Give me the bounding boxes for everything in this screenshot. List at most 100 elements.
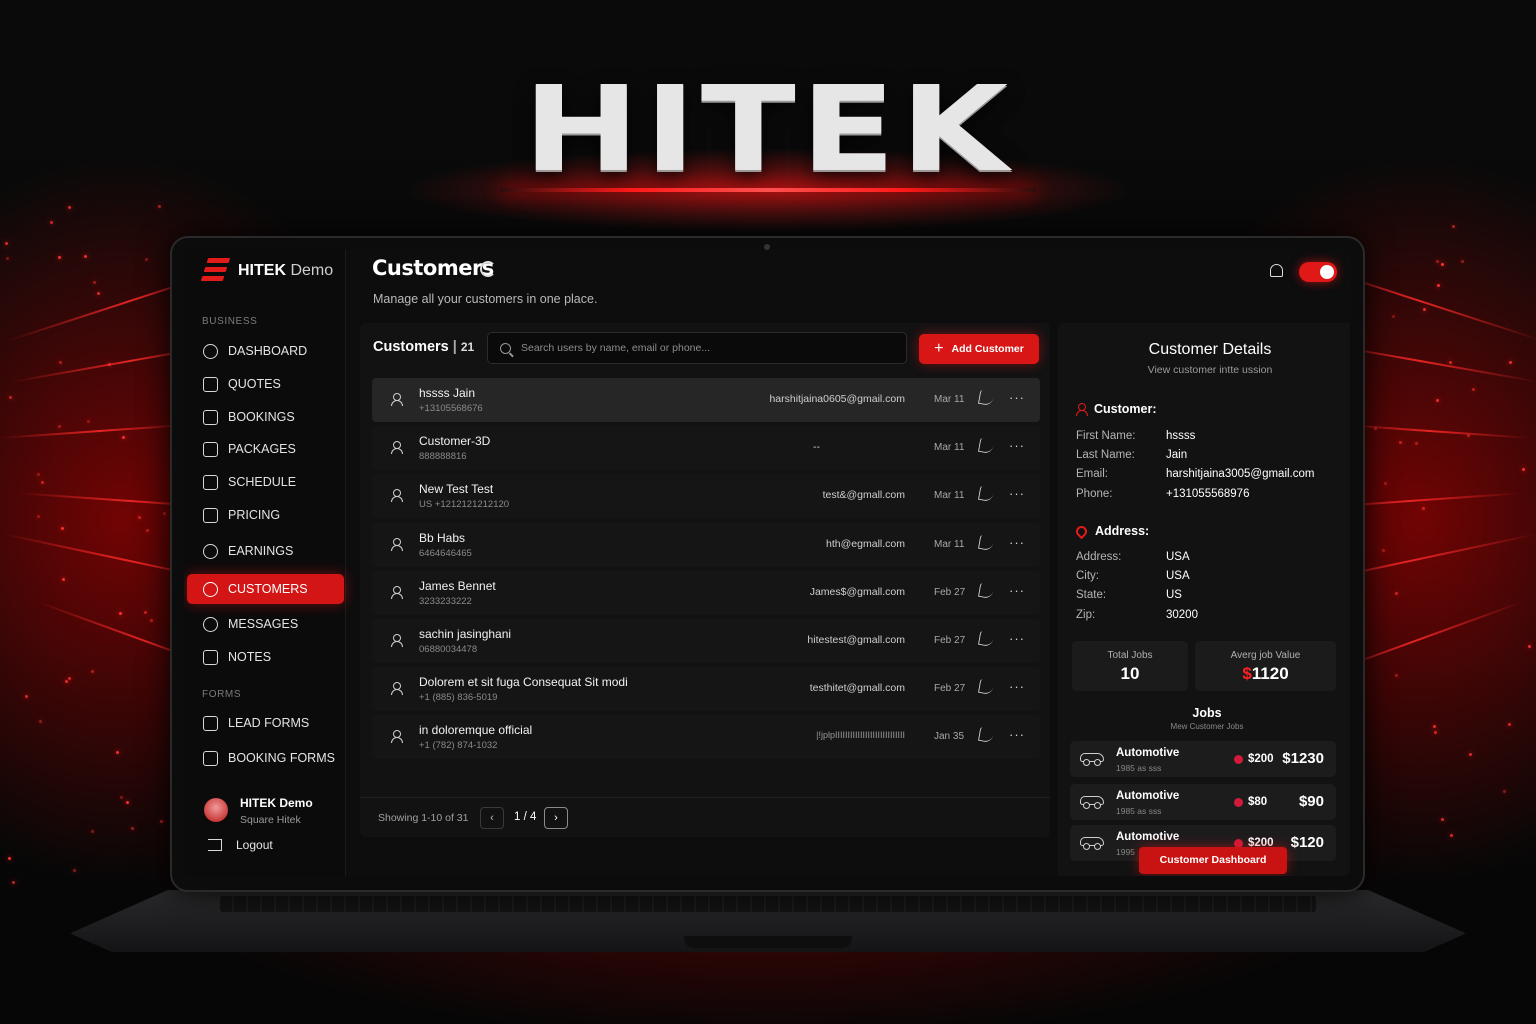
spark bbox=[1502, 790, 1506, 794]
field-value: harshitjaina3005@gmail.com bbox=[1166, 468, 1315, 480]
phone-icon[interactable] bbox=[977, 582, 995, 599]
phone-icon[interactable] bbox=[977, 534, 995, 551]
spark bbox=[1435, 399, 1439, 403]
spark bbox=[4, 242, 8, 246]
more-options-icon[interactable]: ··· bbox=[1009, 583, 1025, 598]
spark bbox=[62, 577, 66, 581]
spark bbox=[159, 820, 163, 824]
customer-date: Feb 27 bbox=[934, 683, 966, 695]
table-row[interactable]: Dolorem et sit fuga Consequat Sit modi +… bbox=[372, 667, 1040, 712]
table-row[interactable]: Customer-3D 888888816 -- Mar 11 ··· bbox=[372, 426, 1040, 471]
spark bbox=[12, 880, 16, 884]
job-total: $90 bbox=[1298, 793, 1324, 810]
phone-icon[interactable] bbox=[977, 630, 995, 648]
spark bbox=[1421, 506, 1425, 510]
phone-icon[interactable] bbox=[977, 438, 995, 455]
more-options-icon[interactable]: ··· bbox=[1009, 631, 1025, 646]
total-jobs-value: 10 bbox=[1120, 664, 1140, 683]
customers-table: hssss Jain +13105568676 harshitjaina0605… bbox=[372, 378, 1040, 764]
more-options-icon[interactable]: ··· bbox=[1009, 390, 1025, 405]
job-name: Automotive bbox=[1116, 790, 1180, 802]
laptop-notch bbox=[684, 936, 852, 948]
job-card[interactable]: Automotive 1985 as sss $200 $1230 bbox=[1070, 741, 1336, 777]
logout-button[interactable]: Logout bbox=[208, 838, 273, 852]
sidebar-item-packages[interactable]: PACKAGES bbox=[187, 434, 344, 464]
phone-icon[interactable] bbox=[977, 727, 995, 744]
nav-section-business: BUSINESS bbox=[202, 316, 258, 327]
bell-icon[interactable] bbox=[1270, 264, 1283, 277]
next-page-button[interactable]: › bbox=[544, 807, 568, 829]
table-row[interactable]: in doloremque official +1 (782) 874-1032… bbox=[372, 715, 1040, 760]
phone-icon[interactable] bbox=[977, 679, 995, 696]
user-profile[interactable]: HITEK Demo Square Hitek bbox=[204, 796, 313, 826]
search-input[interactable] bbox=[521, 342, 901, 354]
sidebar-item-quotes[interactable]: QUOTES bbox=[187, 369, 344, 399]
customer-dashboard-button[interactable]: Customer Dashboard bbox=[1139, 847, 1287, 874]
sidebar-item-dashboard[interactable]: DASHBOARD bbox=[187, 336, 344, 366]
avg-job-value-card: Averg job Value $1120 bbox=[1195, 641, 1336, 691]
phone-icon[interactable] bbox=[977, 389, 995, 407]
sidebar-item-bookings[interactable]: BOOKINGS bbox=[187, 402, 344, 432]
spark bbox=[143, 611, 147, 615]
spark bbox=[1432, 725, 1436, 729]
sidebar-item-schedule[interactable]: SCHEDULE bbox=[187, 467, 344, 497]
customer-email: |!jplpIIIIIIIIIIIIIIIIIIIIIIIIIIII bbox=[816, 730, 905, 741]
table-row[interactable]: hssss Jain +13105568676 harshitjaina0605… bbox=[372, 378, 1040, 422]
car-icon bbox=[1080, 796, 1104, 809]
status-dot-icon bbox=[1234, 798, 1243, 807]
customers-count-label: Customers | 21 bbox=[373, 339, 475, 355]
spark bbox=[83, 254, 87, 258]
avg-job-amount: 1120 bbox=[1251, 664, 1289, 683]
spark bbox=[1383, 482, 1387, 486]
customer-name: in doloremque official bbox=[419, 723, 533, 738]
customer-phone: +1 (885) 836-5019 bbox=[419, 692, 498, 704]
sidebar-item-notes[interactable]: NOTES bbox=[187, 642, 344, 672]
spark bbox=[1437, 284, 1441, 288]
search-bar[interactable] bbox=[487, 332, 907, 364]
field-label: First Name: bbox=[1076, 430, 1136, 442]
more-options-icon[interactable]: ··· bbox=[1009, 486, 1025, 501]
more-options-icon[interactable]: ··· bbox=[1009, 679, 1025, 694]
table-row[interactable]: sachin jasinghani 06880034478 hitestest@… bbox=[372, 618, 1040, 663]
sidebar-item-messages[interactable]: MESSAGES bbox=[187, 609, 344, 639]
dashboard-icon bbox=[203, 343, 218, 359]
table-row[interactable]: New Test Test US +1212121212120 test&@gm… bbox=[372, 474, 1040, 519]
prev-page-button[interactable]: ‹ bbox=[480, 807, 504, 829]
field-value: US bbox=[1166, 589, 1182, 601]
more-options-icon[interactable]: ··· bbox=[1009, 438, 1025, 453]
table-row[interactable]: Bb Habs 6464646465 hth@egmall.com Mar 11… bbox=[372, 522, 1040, 567]
sidebar-item-pricing[interactable]: PRICING bbox=[187, 500, 344, 530]
add-customer-button[interactable]: + Add Customer bbox=[919, 334, 1039, 364]
page-subtitle: Manage all your customers in one place. bbox=[373, 292, 598, 306]
more-options-icon[interactable]: ··· bbox=[1009, 727, 1025, 742]
sidebar-item-lead-forms[interactable]: LEAD FORMS bbox=[187, 708, 344, 738]
phone-icon[interactable] bbox=[977, 486, 995, 503]
detail-zip: Zip: 30200 bbox=[1076, 609, 1198, 621]
more-options-icon[interactable]: ··· bbox=[1009, 535, 1025, 550]
sidebar-item-earnings[interactable]: EARNINGS bbox=[187, 536, 344, 566]
sidebar-item-customers[interactable]: CUSTOMERS bbox=[187, 574, 344, 604]
person-icon bbox=[391, 537, 403, 551]
spark bbox=[92, 280, 96, 284]
sidebar-item-label: QUOTES bbox=[228, 377, 281, 391]
theme-toggle[interactable] bbox=[1299, 262, 1337, 282]
spark bbox=[1435, 260, 1439, 264]
customer-name: James Bennet bbox=[419, 578, 496, 593]
app-screen: HITEK Demo BUSINESS DASHBOARD QUOTES BOO… bbox=[184, 250, 1350, 876]
sidebar-item-booking-forms[interactable]: BOOKING FORMS bbox=[187, 743, 344, 773]
notes-icon bbox=[203, 649, 218, 665]
customer-phone: +13105568676 bbox=[419, 403, 483, 414]
status-dot-icon bbox=[1234, 755, 1243, 764]
table-row[interactable]: James Bennet 3233233222 James$@gmall.com… bbox=[372, 570, 1040, 615]
pagination: Showing 1-10 of 31 ‹ 1 / 4 › bbox=[360, 797, 1050, 837]
sidebar-item-label: CUSTOMERS bbox=[228, 582, 308, 596]
field-label: City: bbox=[1076, 570, 1099, 582]
person-icon bbox=[391, 489, 403, 503]
customers-icon bbox=[203, 581, 218, 597]
refresh-icon[interactable] bbox=[480, 261, 496, 277]
spark bbox=[162, 511, 166, 515]
job-card[interactable]: Automotive 1985 as sss $80 $90 bbox=[1070, 784, 1336, 820]
brand[interactable]: HITEK Demo bbox=[200, 258, 333, 284]
customer-email: -- bbox=[813, 441, 820, 454]
logout-label: Logout bbox=[236, 838, 273, 852]
